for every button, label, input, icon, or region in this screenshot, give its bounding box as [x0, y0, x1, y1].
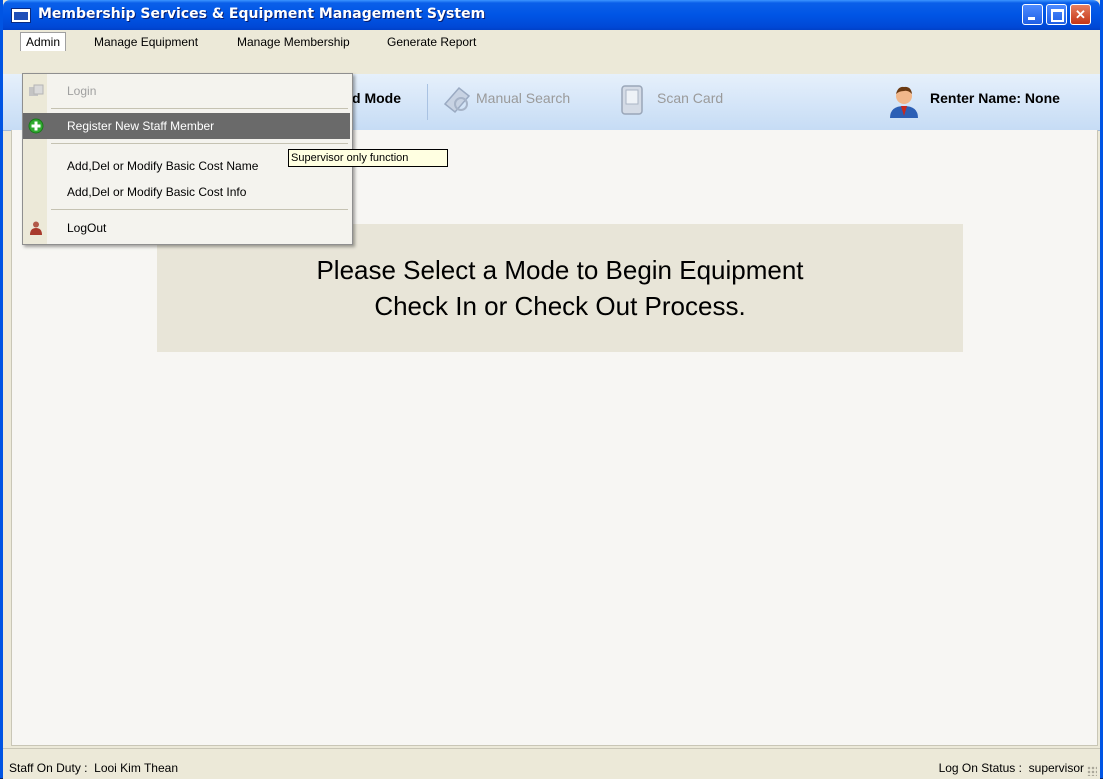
menu-item-logout-label: LogOut [67, 221, 107, 235]
maximize-button[interactable] [1046, 4, 1067, 25]
staff-on-duty: Staff On Duty : Looi Kim Thean [9, 761, 178, 775]
menu-item-logout[interactable]: LogOut [23, 215, 350, 241]
resize-grip[interactable] [1087, 766, 1097, 776]
menu-item-register-staff[interactable]: Register New Staff Member [23, 113, 350, 139]
menu-bar: Admin Manage Equipment Manage Membership… [3, 30, 1100, 52]
add-icon [28, 118, 44, 134]
window-title: Membership Services & Equipment Manageme… [38, 6, 486, 22]
mode-button[interactable]: d Mode [352, 90, 401, 106]
menu-item-cost-info-label: Add,Del or Modify Basic Cost Info [67, 185, 247, 199]
login-icon [29, 84, 44, 96]
banner-line-2: Check In or Check Out Process. [374, 291, 746, 321]
renter-avatar-icon [890, 86, 918, 118]
close-button[interactable]: ✕ [1070, 4, 1091, 25]
banner-line-1: Please Select a Mode to Begin Equipment [316, 255, 804, 285]
menu-separator [51, 143, 348, 144]
logout-user-icon [30, 221, 42, 235]
staff-on-duty-label: Staff On Duty : [9, 761, 88, 775]
menu-item-cost-name-label: Add,Del or Modify Basic Cost Name [67, 159, 259, 173]
logon-status: Log On Status : supervisor [939, 761, 1084, 775]
renter-name-value: None [1024, 90, 1060, 106]
menu-manage-membership[interactable]: Manage Membership [232, 33, 355, 51]
manual-search-icon [443, 86, 471, 114]
status-bar: Staff On Duty : Looi Kim Thean Log On St… [3, 748, 1100, 779]
renter-name-label: Renter Name: [930, 90, 1022, 106]
title-bar[interactable]: Membership Services & Equipment Manageme… [3, 0, 1100, 30]
manual-search-button[interactable]: Manual Search [476, 90, 570, 106]
menu-separator [51, 209, 348, 210]
renter-name: Renter Name: None [930, 90, 1060, 106]
supervisor-tooltip: Supervisor only function [288, 149, 448, 167]
menu-item-cost-info[interactable]: Add,Del or Modify Basic Cost Info [23, 179, 350, 205]
menu-admin[interactable]: Admin [20, 32, 67, 51]
staff-on-duty-value: Looi Kim Thean [94, 761, 178, 775]
logon-status-label: Log On Status : [938, 761, 1022, 775]
app-window: Membership Services & Equipment Manageme… [0, 0, 1103, 779]
menu-separator [51, 108, 348, 109]
scan-card-icon [621, 85, 643, 115]
menu-manage-equipment[interactable]: Manage Equipment [89, 33, 203, 51]
menu-item-login[interactable]: Login [23, 78, 350, 104]
menu-generate-report[interactable]: Generate Report [382, 33, 481, 51]
menu-item-register-label: Register New Staff Member [67, 119, 215, 133]
scan-card-button[interactable]: Scan Card [657, 90, 723, 106]
minimize-button[interactable] [1022, 4, 1043, 25]
logon-status-value: supervisor [1028, 761, 1084, 775]
app-window-icon [11, 8, 31, 23]
toolbar-separator [427, 84, 428, 120]
menu-item-login-label: Login [67, 84, 97, 98]
